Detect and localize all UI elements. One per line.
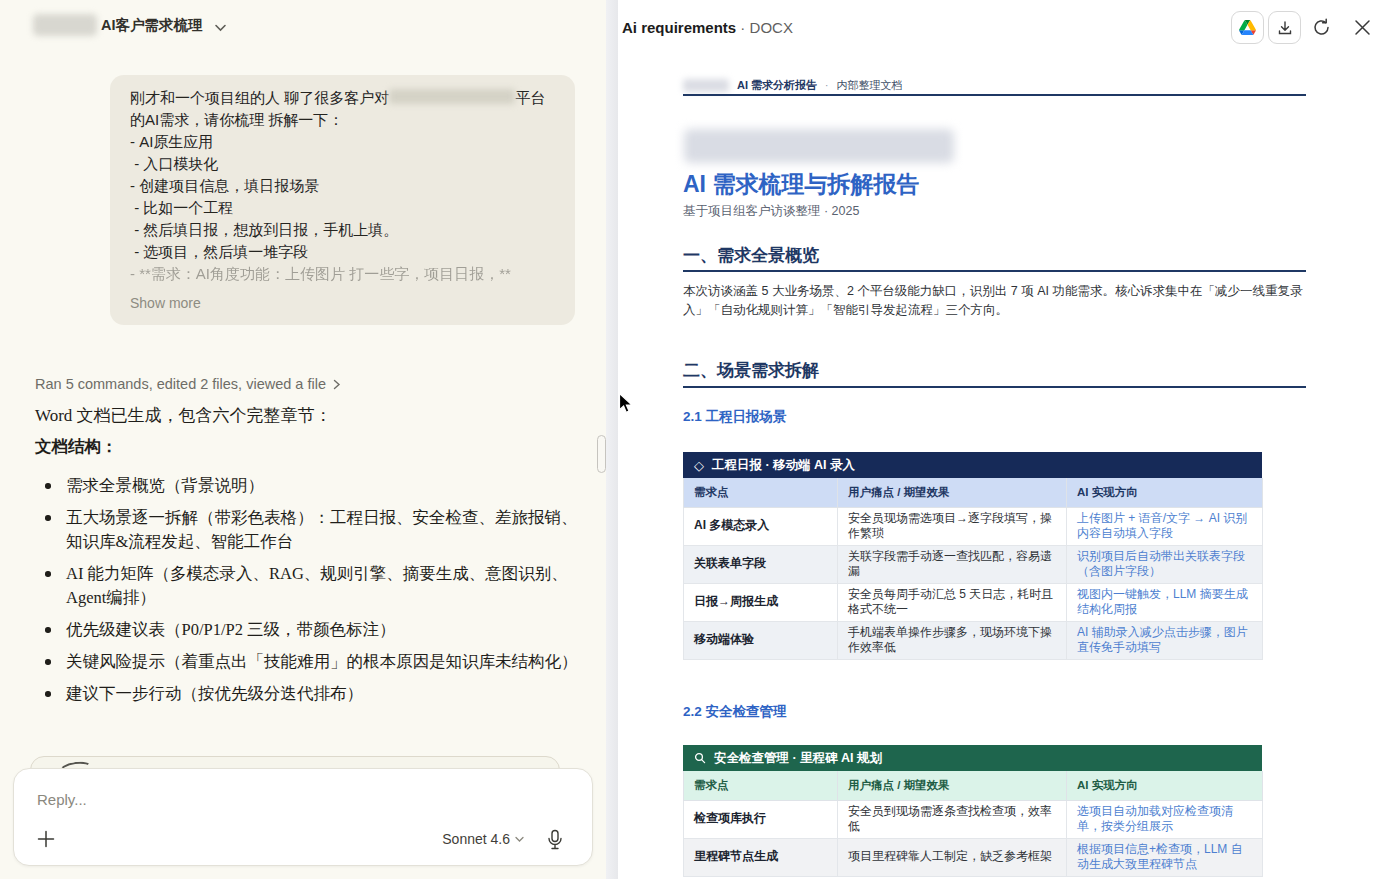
table-col-header: AI 实现方向 [1067, 478, 1263, 507]
doc-section1-body: 本次访谈涵盖 5 大业务场景、2 个平台级能力缺口，识别出 7 项 AI 功能需… [683, 282, 1308, 320]
magnifier-icon [694, 752, 706, 764]
doc-title: AI 需求梳理与拆解报告 [683, 169, 919, 200]
response-bullet-list: 需求全景概览（背景说明） 五大场景逐一拆解（带彩色表格）：工程日报、安全检查、差旅… [35, 474, 580, 706]
table-col-header: AI 实现方向 [1067, 771, 1263, 800]
chat-panel: AI客户需求梳理 刚才和一个项目组的人 聊了很多客户对平台 的AI需求，请你梳理… [0, 0, 606, 879]
attach-plus-button[interactable] [36, 829, 58, 851]
table1-caption: ◇ 工程日报 · 移动端 AI 录入 [683, 452, 1262, 478]
table-col-header: 需求点 [684, 771, 838, 800]
table-cell: 上传图片 + 语音/文字 → AI 识别内容自动填入字段 [1067, 507, 1263, 545]
user-message-bubble: 刚才和一个项目组的人 聊了很多客户对平台 的AI需求，请你梳理 拆解一下： - … [110, 75, 575, 325]
chevron-right-icon [333, 379, 341, 390]
table-row: AI 多模态录入安全员现场需选项目→逐字段填写，操作繁琐上传图片 + 语音/文字… [684, 507, 1263, 545]
mouse-cursor [618, 392, 635, 419]
table-cell: 选项目自动加载对应检查项清单，按类分组展示 [1067, 800, 1263, 838]
table-cell: 日报→周报生成 [684, 583, 838, 621]
reply-composer[interactable]: Reply... Sonnet 4.6 [13, 768, 593, 866]
document-preview-panel: Ai requirements · DOCX AI 需求分析报告 · 内部整理文… [606, 0, 1388, 879]
table-engineering-daily: ◇ 工程日报 · 移动端 AI 录入 需求点用户痛点 / 期望效果AI 实现方向… [683, 452, 1262, 660]
table-row: 里程碑节点生成项目里程碑靠人工制定，缺乏参考框架根据项目信息+检查项，LLM 自… [684, 838, 1263, 876]
table-cell: 关联表单字段 [684, 545, 838, 583]
doc-section2-rule [683, 386, 1306, 388]
doc-header-logo-blurred [683, 79, 729, 92]
doc-subtitle: 基于项目组客户访谈整理 · 2025 [683, 203, 859, 220]
response-bullet: 需求全景概览（背景说明） [66, 474, 580, 498]
user-message-body: 的AI需求，请你梳理 拆解一下： - AI原生应用 - 入口模块化 - 创建项目… [130, 109, 555, 263]
workspace-logo-blurred [33, 14, 97, 36]
table-cell: 手机端表单操作步骤多，现场环境下操作效率低 [838, 621, 1067, 659]
table-cell: 里程碑节点生成 [684, 838, 838, 876]
conversation-title[interactable]: AI客户需求梳理 [101, 16, 203, 35]
microphone-button[interactable] [546, 829, 566, 851]
response-intro: Word 文档已生成，包含六个完整章节： [35, 404, 580, 427]
table-cell: 安全员现场需选项目→逐字段填写，操作繁琐 [838, 507, 1067, 545]
show-more-link[interactable]: Show more [130, 292, 555, 314]
table-cell: 安全员每周手动汇总 5 天日志，耗时且格式不统一 [838, 583, 1067, 621]
table-row: 日报→周报生成安全员每周手动汇总 5 天日志，耗时且格式不统一视图内一键触发，L… [684, 583, 1263, 621]
user-message-faded-line: - **需求：AI角度功能：上传图片 打一些字，项目日报，** [130, 263, 555, 285]
response-bullet: AI 能力矩阵（多模态录入、RAG、规则引擎、摘要生成、意图识别、Agent编排… [66, 562, 580, 610]
docx-preview-canvas: AI 需求分析报告 · 内部整理文档 AI 需求梳理与拆解报告 基于项目组客户访… [606, 0, 1388, 879]
table-cell: 识别项目后自动带出关联表字段（含图片字段） [1067, 545, 1263, 583]
table-col-header: 用户痛点 / 期望效果 [838, 478, 1067, 507]
table-row: 移动端体验手机端表单操作步骤多，现场环境下操作效率低AI 辅助录入减少点击步骤，… [684, 621, 1263, 659]
doc-section1-rule [683, 270, 1306, 272]
model-selector-chevron-icon [515, 836, 524, 843]
response-bullet: 优先级建议表（P0/P1/P2 三级，带颜色标注） [66, 618, 580, 642]
table-cell: 移动端体验 [684, 621, 838, 659]
redacted-platform-name [389, 89, 515, 104]
table-cell: AI 多模态录入 [684, 507, 838, 545]
doc-section21-heading: 2.1 工程日报场景 [683, 408, 787, 426]
table-row: 检查项库执行安全员到现场需逐条查找检查项，效率低选项目自动加载对应检查项清单，按… [684, 800, 1263, 838]
table-cell: 视图内一键触发，LLM 摘要生成结构化周报 [1067, 583, 1263, 621]
table1: 需求点用户痛点 / 期望效果AI 实现方向AI 多模态录入安全员现场需选项目→逐… [683, 478, 1263, 660]
doc-section1-heading: 一、需求全景概览 [683, 244, 819, 267]
doc-section2-heading: 二、场景需求拆解 [683, 359, 819, 382]
doc-running-header: AI 需求分析报告 · 内部整理文档 [683, 78, 902, 93]
table-row: 关联表单字段关联字段需手动逐一查找匹配，容易遗漏识别项目后自动带出关联表字段（含… [684, 545, 1263, 583]
table-cell: 项目里程碑靠人工制定，缺乏参考框架 [838, 838, 1067, 876]
table-col-header: 用户痛点 / 期望效果 [838, 771, 1067, 800]
table-cell: 检查项库执行 [684, 800, 838, 838]
diamond-icon: ◇ [694, 458, 704, 473]
table2: 需求点用户痛点 / 期望效果AI 实现方向检查项库执行安全员到现场需逐条查找检查… [683, 771, 1263, 877]
response-structure-label: 文档结构： [35, 436, 580, 458]
reply-input[interactable]: Reply... [37, 791, 87, 808]
table-cell: AI 辅助录入减少点击步骤，图片直传免手动填写 [1067, 621, 1263, 659]
table2-caption: 安全检查管理 · 里程碑 AI 规划 [683, 745, 1262, 771]
table-col-header: 需求点 [684, 478, 838, 507]
table-cell: 根据项目信息+检查项，LLM 自动生成大致里程碑节点 [1067, 838, 1263, 876]
conversation-title-chevron-icon[interactable] [214, 19, 227, 37]
response-bullet: 关键风险提示（着重点出「技能难用」的根本原因是知识库未结构化） [66, 650, 580, 674]
tool-activity-summary[interactable]: Ran 5 commands, edited 2 files, viewed a… [35, 376, 341, 392]
response-bullet: 建议下一步行动（按优先级分迭代排布） [66, 682, 580, 706]
doc-title-blurred [684, 129, 954, 163]
table-cell: 安全员到现场需逐条查找检查项，效率低 [838, 800, 1067, 838]
doc-header-rule [683, 94, 1306, 96]
assistant-response: Word 文档已生成，包含六个完整章节： 文档结构： 需求全景概览（背景说明） 五… [35, 404, 580, 714]
table-safety-inspection: 安全检查管理 · 里程碑 AI 规划 需求点用户痛点 / 期望效果AI 实现方向… [683, 745, 1262, 877]
table-cell: 关联字段需手动逐一查找匹配，容易遗漏 [838, 545, 1067, 583]
doc-section22-heading: 2.2 安全检查管理 [683, 703, 787, 721]
model-selector[interactable]: Sonnet 4.6 [442, 831, 524, 847]
panel-resize-handle[interactable] [597, 435, 606, 473]
response-bullet: 五大场景逐一拆解（带彩色表格）：工程日报、安全检查、差旅报销、知识库&流程发起、… [66, 506, 580, 554]
user-message-line1: 刚才和一个项目组的人 聊了很多客户对 [130, 89, 389, 106]
